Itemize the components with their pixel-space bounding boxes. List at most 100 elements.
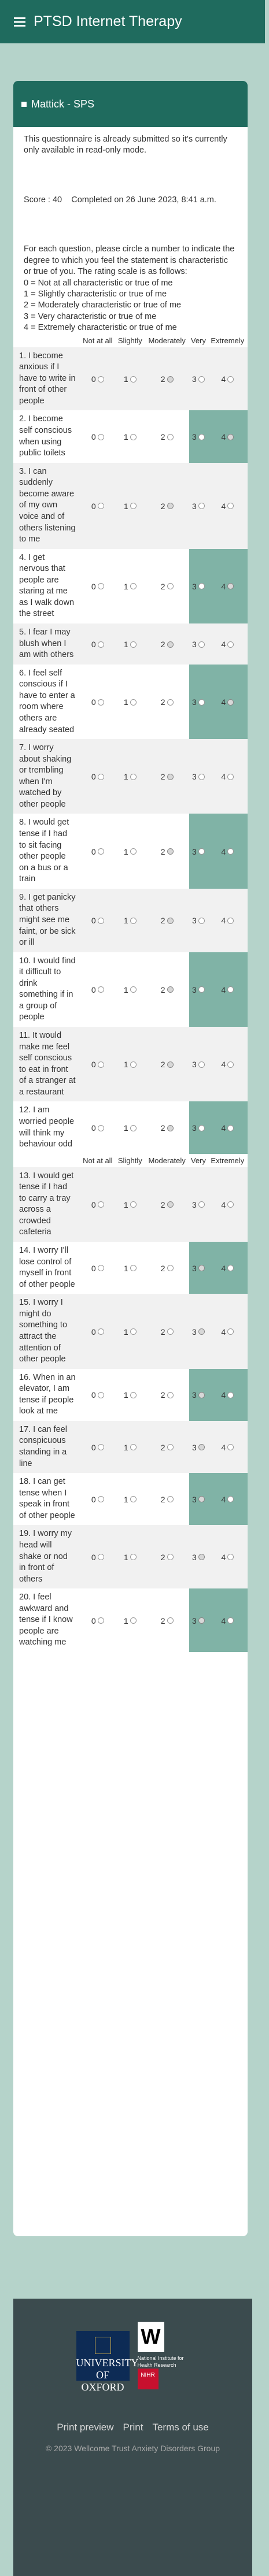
answer-option[interactable]: 1 (115, 952, 145, 1027)
radio-button[interactable] (198, 583, 205, 590)
answer-option[interactable]: 0 (80, 462, 116, 549)
answer-option[interactable]: 0 (80, 952, 116, 1027)
radio-button[interactable] (198, 1328, 205, 1335)
answer-option[interactable]: 4 (207, 1027, 248, 1102)
radio-button[interactable] (130, 1061, 137, 1068)
radio-button[interactable] (167, 917, 174, 924)
answer-option[interactable]: 4 (207, 888, 248, 952)
answer-option[interactable]: 0 (80, 1420, 116, 1473)
answer-option[interactable]: 0 (80, 1242, 116, 1294)
radio-button[interactable] (227, 641, 234, 648)
radio-button[interactable] (167, 1061, 174, 1068)
answer-option[interactable]: 0 (80, 1473, 116, 1525)
answer-option[interactable]: 3 (189, 462, 208, 549)
answer-option[interactable]: 2 (145, 952, 190, 1027)
radio-button[interactable] (167, 1617, 174, 1624)
answer-option[interactable]: 3 (189, 1294, 208, 1369)
footer-link[interactable]: Print (123, 2422, 143, 2433)
answer-option[interactable]: 3 (189, 1588, 208, 1653)
answer-option[interactable]: 1 (115, 347, 145, 411)
radio-button[interactable] (198, 773, 205, 780)
answer-option[interactable]: 1 (115, 623, 145, 665)
answer-option[interactable]: 2 (145, 1027, 190, 1102)
answer-option[interactable]: 1 (115, 1525, 145, 1589)
answer-option[interactable]: 1 (115, 1294, 145, 1369)
answer-option[interactable]: 3 (189, 1101, 208, 1154)
answer-option[interactable]: 2 (145, 1588, 190, 1653)
footer-link[interactable]: Terms of use (152, 2422, 208, 2433)
answer-option[interactable]: 2 (145, 664, 190, 740)
radio-button[interactable] (227, 986, 234, 993)
answer-option[interactable]: 4 (207, 1167, 248, 1242)
radio-button[interactable] (97, 986, 104, 993)
radio-button[interactable] (97, 1554, 104, 1561)
radio-button[interactable] (130, 699, 137, 706)
answer-option[interactable]: 0 (80, 1368, 116, 1421)
radio-button[interactable] (198, 1554, 205, 1561)
radio-button[interactable] (130, 1201, 137, 1208)
radio-button[interactable] (167, 1124, 174, 1131)
answer-option[interactable]: 0 (80, 664, 116, 740)
answer-option[interactable]: 3 (189, 1525, 208, 1589)
radio-button[interactable] (198, 1265, 205, 1272)
radio-button[interactable] (130, 376, 137, 383)
radio-button[interactable] (227, 1061, 234, 1068)
radio-button[interactable] (97, 1328, 104, 1335)
answer-option[interactable]: 2 (145, 548, 190, 624)
radio-button[interactable] (97, 1265, 104, 1272)
radio-button[interactable] (130, 773, 137, 780)
radio-button[interactable] (227, 1124, 234, 1131)
radio-button[interactable] (97, 1201, 104, 1208)
radio-button[interactable] (198, 503, 205, 510)
radio-button[interactable] (227, 848, 234, 855)
answer-option[interactable]: 2 (145, 410, 190, 463)
radio-button[interactable] (198, 641, 205, 648)
answer-option[interactable]: 4 (207, 1101, 248, 1154)
radio-button[interactable] (227, 917, 234, 924)
answer-option[interactable]: 0 (80, 623, 116, 665)
radio-button[interactable] (198, 1124, 205, 1131)
answer-option[interactable]: 4 (207, 548, 248, 624)
radio-button[interactable] (227, 1391, 234, 1398)
radio-button[interactable] (130, 433, 137, 440)
radio-button[interactable] (130, 1391, 137, 1398)
radio-button[interactable] (227, 433, 234, 440)
answer-option[interactable]: 3 (189, 347, 208, 411)
answer-option[interactable]: 2 (145, 1525, 190, 1589)
radio-button[interactable] (227, 583, 234, 590)
answer-option[interactable]: 2 (145, 1368, 190, 1421)
answer-option[interactable]: 0 (80, 1027, 116, 1102)
answer-option[interactable]: 2 (145, 814, 190, 889)
answer-option[interactable]: 4 (207, 952, 248, 1027)
radio-button[interactable] (167, 848, 174, 855)
radio-button[interactable] (198, 699, 205, 706)
answer-option[interactable]: 4 (207, 462, 248, 549)
radio-button[interactable] (198, 1444, 205, 1451)
radio-button[interactable] (167, 1201, 174, 1208)
answer-option[interactable]: 1 (115, 1167, 145, 1242)
answer-option[interactable]: 2 (145, 1473, 190, 1525)
radio-button[interactable] (130, 1554, 137, 1561)
answer-option[interactable]: 3 (189, 1027, 208, 1102)
radio-button[interactable] (227, 773, 234, 780)
answer-option[interactable]: 1 (115, 1588, 145, 1653)
answer-option[interactable]: 3 (189, 1242, 208, 1294)
radio-button[interactable] (227, 503, 234, 510)
radio-button[interactable] (167, 1265, 174, 1272)
answer-option[interactable]: 1 (115, 1101, 145, 1154)
radio-button[interactable] (198, 376, 205, 383)
answer-option[interactable]: 4 (207, 1242, 248, 1294)
answer-option[interactable]: 4 (207, 1294, 248, 1369)
answer-option[interactable]: 1 (115, 739, 145, 814)
radio-button[interactable] (97, 376, 104, 383)
radio-button[interactable] (167, 986, 174, 993)
radio-button[interactable] (97, 1391, 104, 1398)
radio-button[interactable] (227, 1265, 234, 1272)
answer-option[interactable]: 4 (207, 739, 248, 814)
radio-button[interactable] (198, 986, 205, 993)
radio-button[interactable] (198, 1201, 205, 1208)
radio-button[interactable] (227, 1617, 234, 1624)
radio-button[interactable] (97, 1617, 104, 1624)
answer-option[interactable]: 1 (115, 1473, 145, 1525)
radio-button[interactable] (227, 1496, 234, 1503)
